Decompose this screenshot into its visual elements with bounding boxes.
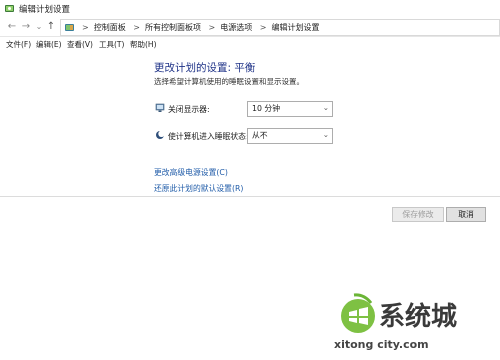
breadcrumb: > 控制面板 > 所有控制面板项 > 电源选项 > 编辑计划设置 (77, 22, 319, 33)
monitor-icon (155, 103, 165, 112)
up-arrow-icon[interactable]: ↑ (45, 20, 57, 33)
address-row: ← → ⌄ ↑ > 控制面板 > 所有控制面板项 > 电源选项 > 编辑计划设置 (0, 18, 500, 37)
watermark-logo (341, 293, 375, 333)
power-options-icon (5, 5, 14, 12)
cancel-button[interactable]: 取消 (446, 207, 486, 222)
menu-tools[interactable]: 工具(T) (99, 39, 124, 50)
sleep-value: 从不 (252, 131, 268, 140)
control-panel-icon (65, 24, 74, 31)
breadcrumb-item[interactable]: 电源选项 (220, 23, 252, 32)
setting-label-display-off: 关闭显示器: (168, 105, 210, 114)
page-title: 更改计划的设置: 平衡 (154, 62, 256, 74)
chevron-down-icon: ⌄ (322, 130, 329, 139)
breadcrumb-separator: > (133, 23, 140, 32)
display-off-dropdown[interactable]: 10 分钟 ⌄ (247, 101, 333, 117)
forward-arrow-icon[interactable]: → (20, 20, 32, 33)
watermark-brand: 系统城 (379, 302, 458, 332)
breadcrumb-separator: > (208, 23, 216, 32)
recent-locations-chevron-icon[interactable]: ⌄ (33, 20, 45, 33)
menu-edit[interactable]: 编辑(E) (36, 39, 62, 50)
watermark: 系统城 xitong city.com (330, 292, 500, 360)
address-bar[interactable]: > 控制面板 > 所有控制面板项 > 电源选项 > 编辑计划设置 (60, 19, 500, 36)
watermark-domain: xitong city.com (334, 338, 429, 351)
page-subtitle: 选择希望计算机使用的睡眠设置和显示设置。 (154, 77, 304, 86)
back-arrow-icon[interactable]: ← (6, 20, 18, 33)
menu-file[interactable]: 文件(F) (6, 39, 31, 50)
save-changes-button[interactable]: 保存修改 (392, 207, 444, 222)
restore-defaults-link[interactable]: 还原此计划的默认设置(R) (154, 183, 243, 194)
breadcrumb-item[interactable]: 所有控制面板项 (145, 23, 201, 32)
breadcrumb-item[interactable]: 控制面板 (94, 23, 126, 32)
menu-bar: 文件(F) 编辑(E) 查看(V) 工具(T) 帮助(H) (0, 37, 500, 51)
title-bar: 编辑计划设置 (0, 0, 500, 18)
sleep-dropdown[interactable]: 从不 ⌄ (247, 128, 333, 144)
menu-view[interactable]: 查看(V) (67, 39, 93, 50)
setting-label-sleep: 使计算机进入睡眠状态: (168, 132, 249, 141)
breadcrumb-separator: > (259, 23, 267, 32)
display-off-value: 10 分钟 (252, 104, 280, 113)
chevron-down-icon: ⌄ (322, 103, 329, 112)
breadcrumb-separator: > (82, 23, 89, 32)
divider (0, 196, 500, 197)
window-title: 编辑计划设置 (19, 5, 71, 15)
menu-help[interactable]: 帮助(H) (130, 39, 157, 50)
sleep-moon-icon (156, 130, 165, 139)
breadcrumb-item[interactable]: 编辑计划设置 (271, 23, 319, 32)
advanced-power-settings-link[interactable]: 更改高级电源设置(C) (154, 167, 228, 178)
